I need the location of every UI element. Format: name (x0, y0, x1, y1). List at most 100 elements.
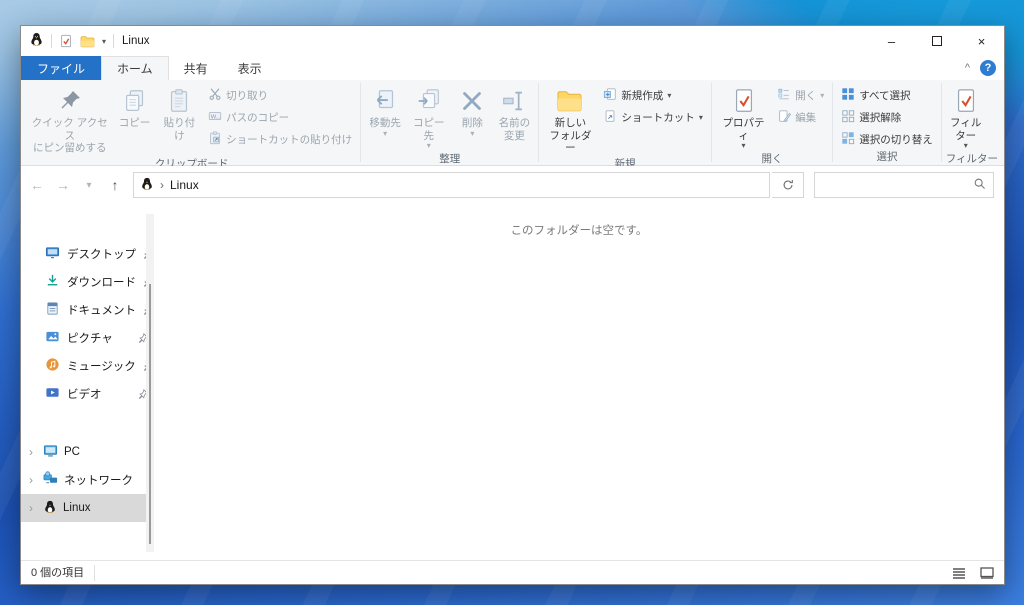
select-all-button[interactable]: すべて選択 (837, 86, 937, 105)
thumbnail-view-icon (980, 567, 994, 579)
desktop-icon (45, 245, 60, 263)
dropdown-icon: ▾ (427, 142, 431, 150)
refresh-button[interactable] (772, 172, 804, 198)
shortcut-icon (603, 109, 617, 126)
sidebar-item-videos[interactable]: ビデオ (21, 380, 154, 408)
navigation-pane: デスクトップ ダウンロード ドキュメント ピクチャ ミュージック (21, 204, 154, 560)
move-to-button[interactable]: 移動先 ▾ (365, 82, 405, 139)
cut-button[interactable]: 切り取り (204, 86, 356, 105)
empty-folder-message: このフォルダーは空です。 (154, 222, 1004, 238)
sidebar-item-pc[interactable]: › PC (21, 438, 154, 466)
minimize-button[interactable]: – (869, 26, 914, 56)
close-button[interactable]: × (959, 26, 1004, 56)
qat-new-folder-button[interactable] (80, 35, 95, 48)
separator (51, 34, 52, 48)
move-to-icon (371, 85, 399, 117)
collapse-ribbon-button[interactable]: ^ (965, 62, 970, 74)
delete-button[interactable]: 削除 ▾ (452, 82, 492, 139)
open-button[interactable]: 開く ▾ (773, 86, 828, 105)
sidebar-item-downloads[interactable]: ダウンロード (21, 268, 154, 296)
sidebar-scrollbar[interactable] (146, 214, 154, 552)
paste-shortcut-button[interactable]: ショートカットの貼り付け (204, 130, 356, 149)
select-none-button[interactable]: 選択解除 (837, 108, 937, 127)
dropdown-icon: ▾ (667, 92, 671, 100)
tab-file[interactable]: ファイル (21, 56, 101, 80)
pc-icon (43, 443, 58, 461)
sidebar-item-desktop[interactable]: デスクトップ (21, 240, 154, 268)
ribbon-home: クイック アクセス にピン留めする コピー 貼り付け (21, 80, 1004, 166)
tab-view[interactable]: 表示 (223, 56, 277, 80)
explorer-window: ▾ Linux – × ファイル ホーム 共有 表示 ^ ? (20, 25, 1005, 585)
ribbon-group-filter: フィル ター ▾ フィルター (942, 80, 1002, 165)
item-count: 0 個の項目 (27, 565, 95, 581)
group-label-select: 選択 (837, 149, 937, 166)
breadcrumb-linux[interactable]: Linux (170, 178, 199, 192)
downloads-icon (45, 273, 60, 291)
sidebar-item-music[interactable]: ミュージック (21, 352, 154, 380)
dropdown-icon: ▾ (383, 130, 387, 138)
recent-locations-dropdown[interactable]: ▾ (77, 173, 101, 197)
invert-selection-button[interactable]: 選択の切り替え (837, 130, 937, 149)
copy-path-button[interactable]: W... パスのコピー (204, 108, 356, 127)
svg-text:W...: W... (211, 114, 221, 120)
dropdown-icon: ▾ (699, 114, 703, 122)
forward-button[interactable]: → (51, 173, 75, 197)
new-folder-icon (555, 85, 585, 117)
copy-button[interactable]: コピー (115, 82, 155, 131)
properties-icon (731, 85, 757, 117)
tux-penguin-icon (140, 177, 154, 194)
back-button[interactable]: ← (25, 173, 49, 197)
tab-share[interactable]: 共有 (169, 56, 223, 80)
address-bar[interactable]: › Linux (133, 172, 770, 198)
ribbon-group-clipboard: クイック アクセス にピン留めする コピー 貼り付け (23, 80, 360, 165)
scrollbar-thumb[interactable] (149, 284, 151, 544)
large-icons-view-button[interactable] (976, 563, 998, 583)
rename-button[interactable]: 名前の 変更 (494, 82, 534, 143)
sidebar-item-documents[interactable]: ドキュメント (21, 296, 154, 324)
sidebar-item-linux[interactable]: › Linux (21, 494, 154, 522)
pictures-icon (45, 329, 60, 347)
pin-to-quick-access-button[interactable]: クイック アクセス にピン留めする (27, 82, 113, 156)
qat-customize-dropdown[interactable]: ▾ (102, 37, 106, 46)
properties-button[interactable]: プロパティ ▾ (716, 82, 771, 151)
maximize-button[interactable] (914, 26, 959, 56)
sidebar-item-pictures[interactable]: ピクチャ (21, 324, 154, 352)
dropdown-icon: ▾ (470, 130, 474, 138)
qat-properties-button[interactable] (59, 34, 73, 48)
search-box[interactable] (814, 172, 994, 198)
new-item-button[interactable]: 新規作成 ▾ (599, 86, 707, 105)
up-button[interactable]: ↑ (103, 173, 127, 197)
tux-penguin-icon (43, 500, 57, 517)
dropdown-icon: ▾ (742, 142, 746, 150)
file-list-area[interactable]: このフォルダーは空です。 (154, 204, 1004, 560)
refresh-icon (781, 178, 795, 192)
chevron-right-icon[interactable]: › (29, 473, 37, 487)
tux-penguin-icon (29, 32, 44, 50)
edit-button[interactable]: 編集 (773, 108, 828, 127)
new-folder-button[interactable]: 新しい フォルダー (543, 82, 597, 156)
search-icon (973, 177, 987, 194)
shortcut-button[interactable]: ショートカット ▾ (599, 108, 707, 127)
copy-to-button[interactable]: コピー先 ▾ (407, 82, 450, 151)
address-row: ← → ▾ ↑ › Linux (21, 166, 1004, 204)
sidebar-item-network[interactable]: › ネットワーク (21, 466, 154, 494)
dropdown-icon: ▾ (820, 92, 824, 100)
sidebar-section-gap (21, 408, 154, 438)
titlebar: ▾ Linux – × (21, 26, 1004, 56)
filter-button[interactable]: フィル ター ▾ (946, 82, 986, 151)
chevron-right-icon[interactable]: › (29, 501, 37, 515)
content-area: デスクトップ ダウンロード ドキュメント ピクチャ ミュージック (21, 204, 1004, 560)
chevron-right-icon[interactable]: › (29, 445, 37, 459)
copy-to-icon (415, 85, 443, 117)
search-input[interactable] (821, 178, 973, 192)
select-none-icon (841, 109, 855, 126)
help-button[interactable]: ? (980, 60, 996, 76)
tab-home[interactable]: ホーム (101, 56, 169, 80)
ribbon-group-open: プロパティ ▾ 開く ▾ 編集 開く (712, 80, 832, 165)
documents-icon (45, 301, 60, 319)
separator (113, 34, 114, 48)
details-view-button[interactable] (948, 563, 970, 583)
dropdown-icon: ▾ (964, 142, 968, 150)
paste-button[interactable]: 貼り付け (157, 82, 203, 143)
rename-icon (500, 85, 528, 117)
